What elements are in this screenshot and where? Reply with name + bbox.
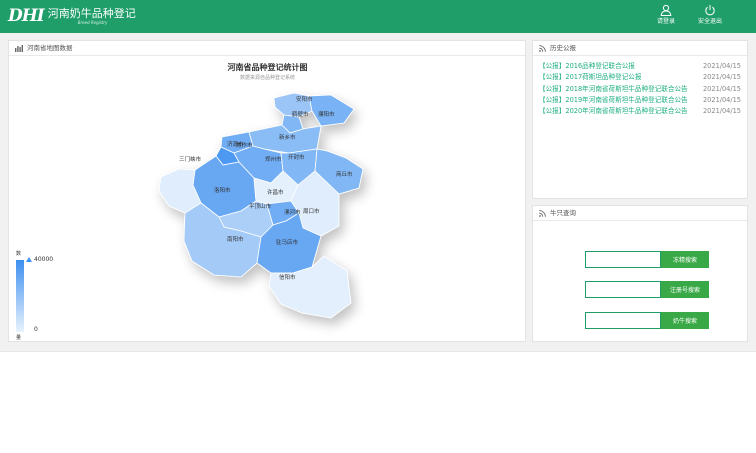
notice-link[interactable]: 【公报】2016品种登记联合公报 <box>539 61 635 72</box>
map-city-label: 濮阳市 <box>318 110 335 118</box>
map-city-label: 南阳市 <box>227 235 244 243</box>
rss-icon <box>539 209 546 217</box>
map-city-label: 驻马店市 <box>276 238 299 246</box>
map-panel: 河南省地图数据 河南省品种登记统计图 数据来源自品种登记系统 安阳市 鹤壁市 濮阳市… <box>8 40 526 342</box>
map-city-label: 漯河市 <box>284 208 301 216</box>
map-city-label: 许昌市 <box>267 188 284 196</box>
footer-divider <box>0 351 756 352</box>
registration-search-input[interactable] <box>585 281 661 298</box>
henan-map: 安阳市鹤壁市 濮阳市焦作市新乡市济源市洛阳市郑州市 开封市商丘市三门峡市许昌市平顶山… <box>158 92 364 319</box>
legend-max: 40000 <box>34 256 54 263</box>
semen-search-input[interactable] <box>585 251 661 268</box>
notice-item: 【公报】2020年河南省荷斯坦牛品种登记联合公告 2021/04/15 <box>539 106 741 117</box>
registration-search-button[interactable]: 注册号搜索 <box>661 281 709 298</box>
map-city-label: 商丘市 <box>336 170 353 178</box>
app-title: 河南奶牛品种登记 <box>47 6 136 20</box>
logout-label: 安全退出 <box>697 18 722 25</box>
power-icon <box>705 5 715 16</box>
notice-date: 2021/04/15 <box>702 107 741 116</box>
notice-link[interactable]: 【公报】2019年河南省荷斯坦牛品种登记联合公告 <box>539 95 688 106</box>
map-city-label: 开封市 <box>288 153 305 161</box>
notice-link[interactable]: 【公报】2020年河南省荷斯坦牛品种登记联合公告 <box>539 106 688 117</box>
semen-search-row: 冻精搜索 <box>585 251 709 268</box>
map-city-label: 安阳市 <box>296 95 313 103</box>
notice-link[interactable]: 【公报】2018年河南省荷斯坦牛品种登记联合公告 <box>539 84 688 95</box>
legend-handle-icon[interactable] <box>26 257 32 262</box>
cattle-search-title: 牛只查询 <box>550 208 576 217</box>
map-city-label: 济源市 <box>227 140 244 148</box>
logo[interactable]: DHI 河南奶牛品种登记 Breed Registry <box>8 5 136 27</box>
notice-list: 【公报】2016品种登记联合公报 2021/04/15 【公报】2017荷斯坦品… <box>533 56 747 117</box>
legend-gradient[interactable] <box>16 260 24 332</box>
map-region[interactable] <box>308 94 355 127</box>
login-label: 请登录 <box>656 18 675 25</box>
notice-link[interactable]: 【公报】2017荷斯坦品种登记公报 <box>539 72 642 83</box>
notice-date: 2021/04/15 <box>702 95 741 104</box>
notice-item: 【公报】2019年河南省荷斯坦牛品种登记联合公告 2021/04/15 <box>539 95 741 106</box>
cow-search-input[interactable] <box>585 312 661 329</box>
top-bar: DHI 河南奶牛品种登记 Breed Registry 请登录 安全退出 <box>0 0 756 33</box>
rss-icon <box>539 44 546 52</box>
notice-panel: 历史公报 【公报】2016品种登记联合公报 2021/04/15 【公报】201… <box>532 40 748 199</box>
cow-search-button[interactable]: 奶牛搜索 <box>661 312 709 329</box>
notice-item: 【公报】2016品种登记联合公报 2021/04/15 <box>539 61 741 72</box>
legend-low-label: 量 <box>16 335 22 341</box>
semen-search-button[interactable]: 冻精搜索 <box>661 251 709 268</box>
logout-button[interactable]: 安全退出 <box>693 4 727 30</box>
map-city-label: 信阳市 <box>279 273 296 281</box>
legend-high-label: 数 <box>16 251 22 257</box>
app-subtitle: Breed Registry <box>77 19 108 25</box>
notice-date: 2021/04/15 <box>702 62 741 70</box>
legend-min: 0 <box>34 326 38 333</box>
map-city-label: 三门峡市 <box>179 155 202 163</box>
map-city-label: 郑州市 <box>265 155 282 163</box>
notice-date: 2021/04/15 <box>702 84 741 93</box>
notice-item: 【公报】2017荷斯坦品种登记公报 2021/04/15 <box>539 72 741 83</box>
user-icon <box>660 4 672 16</box>
registration-search-row: 注册号搜索 <box>585 281 709 298</box>
logo-mark: DHI <box>8 6 45 26</box>
notice-item: 【公报】2018年河南省荷斯坦牛品种登记联合公告 2021/04/15 <box>539 84 741 95</box>
map-city-label: 鹤壁市 <box>292 110 309 118</box>
map-city-label: 平顶山市 <box>249 202 272 210</box>
login-button[interactable]: 请登录 <box>649 4 683 30</box>
cow-search-row: 奶牛搜索 <box>585 312 709 329</box>
cattle-search-panel: 牛只查询 冻精搜索 注册号搜索 奶牛搜索 <box>532 205 748 342</box>
map-city-label: 洛阳市 <box>214 186 231 194</box>
notice-panel-title: 历史公报 <box>550 43 576 52</box>
notice-date: 2021/04/15 <box>702 73 741 82</box>
map-city-label: 周口市 <box>303 207 320 215</box>
map-city-label: 新乡市 <box>279 133 296 141</box>
